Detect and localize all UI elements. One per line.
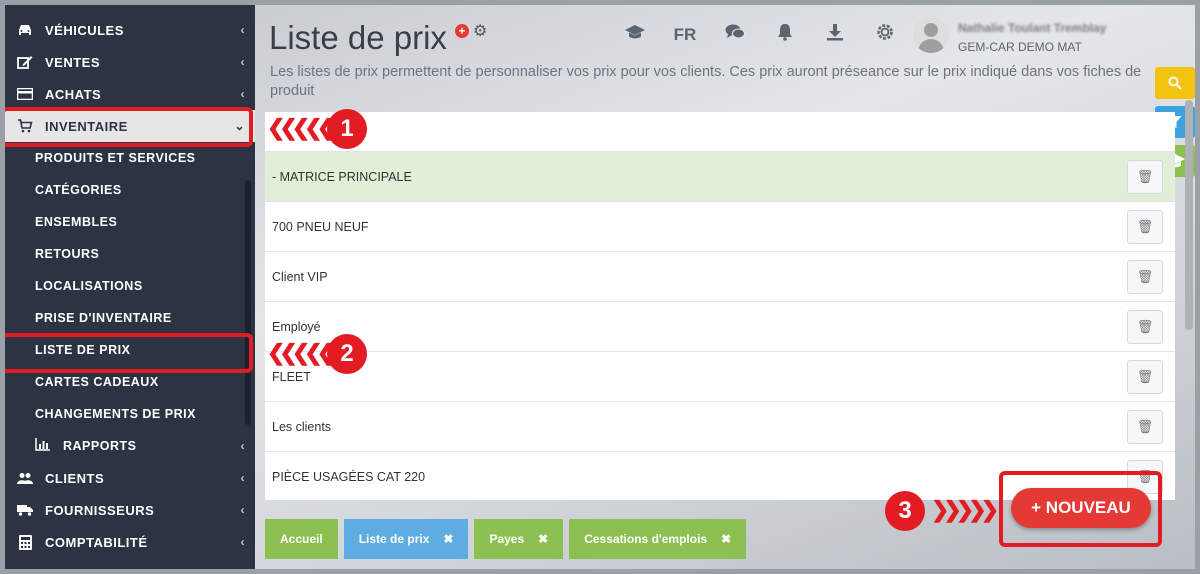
list-item[interactable]: Employé 🗑 — [265, 302, 1175, 352]
sidebar-item-fournisseurs[interactable]: FOURNISSEURS ‹ — [5, 494, 255, 526]
tab-label: Liste de prix — [358, 532, 430, 546]
price-list-name: Les clients — [272, 419, 332, 434]
sidebar: VÉHICULES ‹ VENTES ‹ ACHATS ‹ INVENTAIRE… — [5, 5, 255, 569]
price-list-name: PIÈCE USAGÉES CAT 220 — [272, 469, 426, 484]
sidebar-subitem-localisations[interactable]: LOCALISATIONS — [35, 270, 143, 302]
chevron-left-icon: ‹ — [240, 535, 245, 549]
settings-icon[interactable] — [860, 23, 910, 46]
tab-label: Cessations d'emplois — [584, 532, 708, 546]
annotation-box-1 — [5, 107, 253, 147]
list-item[interactable]: 700 PNEU NEUF 🗑 — [265, 202, 1175, 252]
download-icon[interactable] — [810, 23, 860, 46]
sidebar-item-achats[interactable]: ACHATS ‹ — [5, 78, 255, 110]
credit-card-icon — [17, 86, 33, 102]
price-list-name: FLEET — [272, 369, 311, 384]
page-title: Liste de prix — [269, 19, 447, 56]
sidebar-item-label: COMPTABILITÉ — [45, 534, 148, 550]
chevron-left-icon: ‹ — [240, 471, 245, 485]
sidebar-subitem-ensembles[interactable]: ENSEMBLES — [35, 206, 117, 238]
price-list-name: 700 PNEU NEUF — [272, 219, 369, 234]
bottom-tab-bar: Accueil Liste de prix ✖ Payes ✖ Cessatio… — [265, 519, 752, 559]
calculator-icon — [17, 534, 33, 550]
annotation-box-3 — [999, 471, 1162, 547]
sidebar-item-clients[interactable]: CLIENTS ‹ — [5, 462, 255, 494]
top-toolbar: FR — [610, 23, 910, 46]
tab-label: Payes — [489, 532, 525, 546]
main-scrollbar[interactable] — [1185, 100, 1193, 330]
tab-cessations-emplois[interactable]: Cessations d'emplois ✖ — [569, 519, 747, 559]
annotation-arrows-3: ❯❯❯❯❯ — [931, 497, 999, 522]
bell-icon[interactable] — [760, 23, 810, 46]
tab-payes[interactable]: Payes ✖ — [474, 519, 564, 559]
trash-icon[interactable]: 🗑 — [1127, 410, 1163, 444]
list-item[interactable]: - MATRICE PRINCIPALE 🗑 — [265, 152, 1175, 202]
tab-accueil[interactable]: Accueil — [265, 519, 338, 559]
sidebar-item-label: VÉHICULES — [45, 22, 124, 38]
sidebar-item-label: RAPPORTS — [63, 439, 137, 453]
sidebar-item-label: FOURNISSEURS — [45, 502, 155, 518]
list-header — [265, 112, 1175, 152]
annotation-arrows-1: ❮❮❮❮❮ — [267, 115, 335, 140]
chevron-left-icon: ‹ — [240, 55, 245, 69]
sidebar-item-vehicules[interactable]: VÉHICULES ‹ — [5, 14, 255, 46]
sidebar-subitem-prise-inventaire[interactable]: PRISE D'INVENTAIRE — [35, 302, 172, 334]
price-list-name: Client VIP — [272, 269, 328, 284]
trash-icon[interactable]: 🗑 — [1127, 210, 1163, 244]
graduation-cap-icon[interactable] — [610, 24, 660, 45]
close-icon[interactable]: ✖ — [443, 532, 453, 546]
user-company: GEM-CAR DEMO MAT — [958, 40, 1082, 54]
sidebar-item-comptabilite[interactable]: COMPTABILITÉ ‹ — [5, 526, 255, 558]
annotation-box-2 — [5, 333, 253, 373]
list-item[interactable]: FLEET 🗑 — [265, 352, 1175, 402]
chevron-left-icon: ‹ — [240, 23, 245, 37]
bar-chart-icon — [35, 438, 51, 454]
sidebar-subitem-categories[interactable]: CATÉGORIES — [35, 174, 122, 206]
annotation-number-3: 3 — [885, 491, 925, 531]
add-icon[interactable]: + — [455, 24, 469, 38]
sidebar-subitem-rapports[interactable]: RAPPORTS ‹ — [35, 430, 255, 462]
price-list-name: - MATRICE PRINCIPALE — [272, 169, 412, 184]
sidebar-subitem-changements-prix[interactable]: CHANGEMENTS DE PRIX — [35, 398, 196, 430]
annotation-number-1: 1 — [327, 109, 367, 149]
chevron-left-icon: ‹ — [240, 439, 245, 453]
sidebar-scrollbar[interactable] — [245, 180, 251, 425]
search-icon — [1168, 76, 1182, 90]
search-button[interactable] — [1155, 67, 1195, 99]
language-selector[interactable]: FR — [660, 25, 710, 45]
gear-icon[interactable]: ⚙ — [473, 21, 487, 41]
sidebar-item-label: CLIENTS — [45, 470, 105, 486]
chevron-left-icon: ‹ — [240, 87, 245, 101]
car-icon — [17, 22, 33, 38]
sidebar-item-label: ACHATS — [45, 86, 102, 102]
annotation-number-2: 2 — [327, 334, 367, 374]
sidebar-item-ventes[interactable]: VENTES ‹ — [5, 46, 255, 78]
tab-liste-de-prix[interactable]: Liste de prix ✖ — [343, 519, 469, 559]
user-name: Nathalie Toulant Tremblay — [958, 21, 1107, 35]
sidebar-item-label: VENTES — [45, 54, 101, 70]
page-description: Les listes de prix permettent de personn… — [270, 64, 1142, 99]
annotation-arrows-2: ❮❮❮❮❮ — [267, 340, 335, 365]
trash-icon[interactable]: 🗑 — [1127, 160, 1163, 194]
truck-icon — [17, 502, 33, 518]
chat-icon[interactable] — [710, 24, 760, 45]
app-window: VÉHICULES ‹ VENTES ‹ ACHATS ‹ INVENTAIRE… — [5, 5, 1195, 569]
trash-icon[interactable]: 🗑 — [1127, 360, 1163, 394]
close-icon[interactable]: ✖ — [721, 532, 731, 546]
tab-label: Accueil — [280, 532, 323, 546]
list-item[interactable]: Les clients 🗑 — [265, 402, 1175, 452]
price-list-table: - MATRICE PRINCIPALE 🗑 700 PNEU NEUF 🗑 C… — [265, 112, 1175, 500]
close-icon[interactable]: ✖ — [538, 532, 548, 546]
edit-icon — [17, 54, 33, 70]
avatar[interactable] — [913, 17, 949, 53]
users-icon — [17, 470, 33, 486]
trash-icon[interactable]: 🗑 — [1127, 310, 1163, 344]
chevron-left-icon: ‹ — [240, 503, 245, 517]
list-item[interactable]: Client VIP 🗑 — [265, 252, 1175, 302]
trash-icon[interactable]: 🗑 — [1127, 260, 1163, 294]
sidebar-subitem-retours[interactable]: RETOURS — [35, 238, 99, 270]
price-list-name: Employé — [272, 319, 321, 334]
